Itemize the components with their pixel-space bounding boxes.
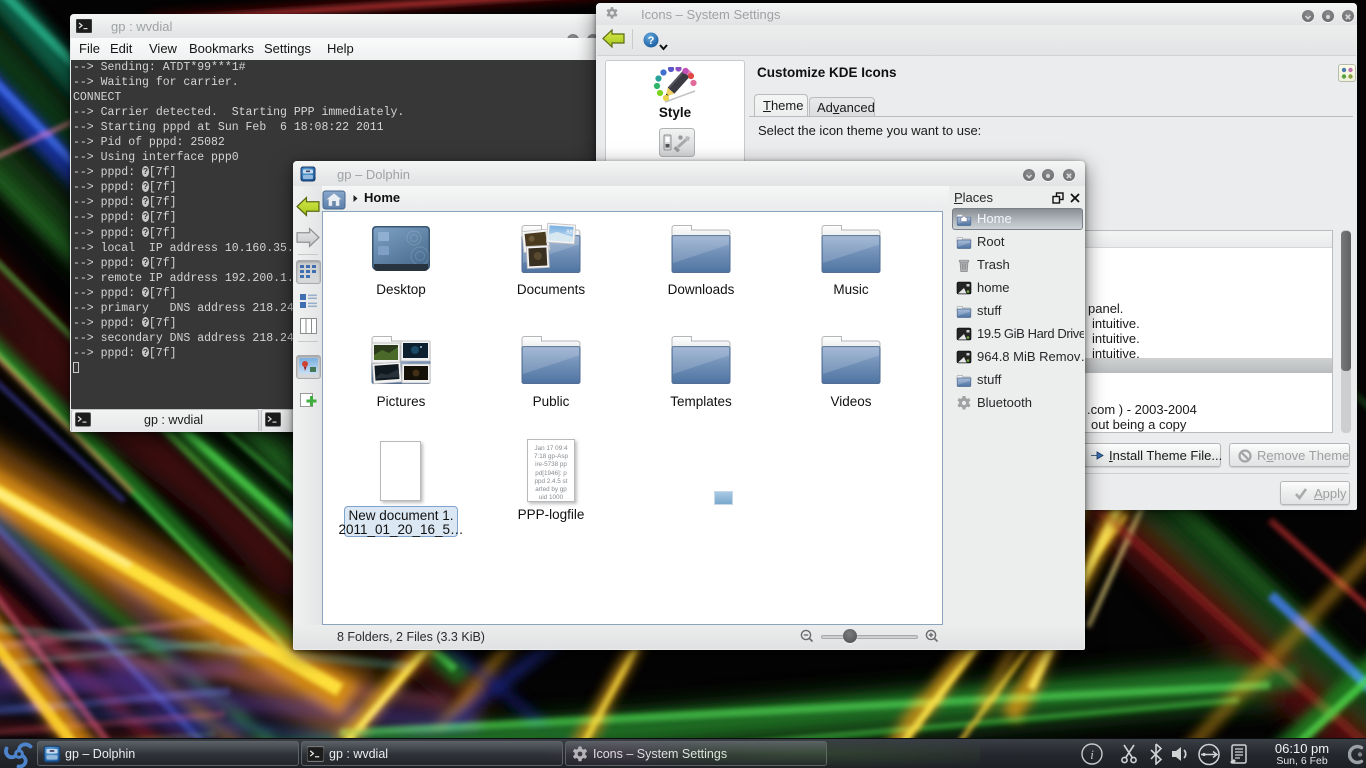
svg-text:88: 88 [566,230,574,236]
svg-text:?: ? [648,35,655,47]
svg-text:i: i [1090,747,1094,762]
